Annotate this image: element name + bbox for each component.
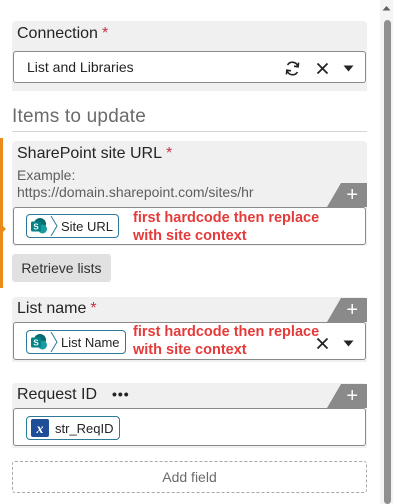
variable-icon: x (31, 419, 49, 437)
items-to-update-heading: Items to update (12, 106, 146, 127)
list-name-annotation-line1: first hardcode then replace (133, 324, 320, 340)
site-url-example-value: https://domain.sharepoint.com/sites/hr (17, 184, 254, 200)
list-name-token[interactable]: S List Name (26, 330, 126, 354)
site-url-token[interactable]: S Site URL (26, 214, 120, 238)
add-field-button[interactable]: Add field (12, 461, 367, 493)
plus-icon: + (346, 299, 358, 321)
request-id-input[interactable]: x str_ReqID (13, 408, 366, 446)
connection-label-text: Connection (17, 25, 98, 42)
token-separator-icon (50, 215, 58, 237)
required-mark: * (101, 25, 109, 42)
svg-text:S: S (33, 223, 39, 232)
required-mark: * (165, 145, 173, 162)
retrieve-lists-label: Retrieve lists (21, 260, 102, 276)
connection-select-value: List and Libraries (27, 59, 134, 75)
connection-label: Connection * (17, 25, 108, 43)
list-name-annotation-line2: with site context (133, 342, 247, 358)
chevron-down-icon[interactable] (338, 58, 358, 78)
list-name-label-text: List name (17, 300, 87, 317)
token-separator-icon (50, 331, 58, 353)
site-url-input[interactable]: S Site URL first hardcode then replace w… (13, 207, 366, 245)
retrieve-lists-button[interactable]: Retrieve lists (12, 254, 111, 282)
chevron-down-icon[interactable] (338, 333, 358, 353)
refresh-icon[interactable] (282, 58, 302, 78)
list-name-token-label: List Name (61, 334, 120, 350)
svg-text:S: S (33, 339, 39, 348)
active-indicator-arrow-icon (0, 223, 6, 235)
active-indicator-bar (0, 138, 3, 288)
site-url-label-text: SharePoint site URL (17, 145, 162, 162)
plus-icon: + (346, 385, 358, 407)
site-url-label: SharePoint site URL * (17, 145, 172, 163)
section-divider (12, 131, 367, 132)
list-name-select[interactable]: S List Name first hardcode then replace … (13, 322, 366, 360)
connection-select[interactable]: List and Libraries (13, 51, 366, 83)
sharepoint-icon: S (31, 218, 47, 234)
site-url-annotation-line1: first hardcode then replace (133, 210, 320, 226)
add-field-label: Add field (162, 469, 217, 485)
close-icon[interactable] (312, 58, 332, 78)
list-name-label: List name * (17, 300, 97, 318)
required-mark: * (90, 300, 97, 317)
more-options-icon[interactable]: ••• (112, 386, 130, 402)
sharepoint-icon: S (31, 334, 47, 350)
request-id-token[interactable]: x str_ReqID (26, 416, 120, 440)
scroll-up-arrow-icon[interactable] (380, 0, 393, 16)
site-url-example-caption: Example: (17, 167, 76, 183)
plus-icon: + (346, 184, 358, 206)
scrollbar-thumb[interactable] (384, 20, 391, 504)
site-url-annotation-line2: with site context (133, 228, 247, 244)
site-url-token-label: Site URL (61, 218, 114, 234)
svg-text:x: x (36, 422, 44, 437)
request-id-label: Request ID (17, 386, 98, 403)
request-id-token-label: str_ReqID (55, 420, 114, 436)
